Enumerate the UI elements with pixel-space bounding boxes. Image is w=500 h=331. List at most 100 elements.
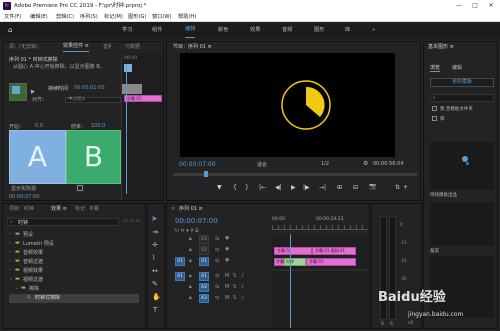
step-back-icon[interactable]: ◀| [275,184,282,191]
workspace-color[interactable]: 颜色 [218,22,228,39]
tab-metadata[interactable]: 元数据 [125,42,140,52]
program-scrub-bar[interactable] [173,173,417,176]
tree-item-video-transitions[interactable]: ⌄ ▬ 视频过渡 [9,276,139,285]
tab-browse[interactable]: 浏览 [430,64,441,72]
clip-v2-title-copy[interactable]: 字幕 01 复制 01 [312,247,356,255]
solo-button[interactable]: S [233,284,236,290]
button-editor-icon[interactable]: + [403,184,408,191]
mic-icon[interactable]: ♪ [241,295,244,301]
tree-item-audio-transitions[interactable]: › ▬ 音频过渡 [9,258,139,267]
maximize-button[interactable]: □ [468,0,482,12]
home-icon[interactable]: ⌂ [8,22,12,39]
meter-solo-left[interactable]: S [381,322,384,327]
menu-file[interactable]: 文件(F) [4,12,21,22]
tree-item-video-effects[interactable]: › ▬ 视频效果 [9,267,139,276]
track-target-a2[interactable]: A2 [199,283,209,292]
eye-icon[interactable]: ◉ [225,257,229,263]
template-thumb-1[interactable] [430,142,494,190]
track-target-v2[interactable]: V2 [199,246,209,255]
mic-icon[interactable]: ♪ [241,273,244,279]
tab-source[interactable]: 源：(无剪辑) [9,42,38,52]
menu-edit[interactable]: 编辑(E) [30,12,48,22]
lock-icon[interactable]: 🔒︎ [189,295,192,301]
workspace-audio[interactable]: 音频 [282,22,292,39]
track-target-a3[interactable]: A3 [199,294,209,303]
program-monitor-title[interactable]: 节目：序列 01 ≡ [173,42,212,52]
sync-lock-icon[interactable]: ⇆ [215,247,219,253]
timeline-clip-area[interactable]: 字幕 01 字幕 01 复制 01 字幕 时钟 字幕 01 [272,234,368,328]
my-templates-button[interactable]: 未的模板 [430,78,494,87]
minimize-button[interactable]: — [452,0,466,12]
timeline-ruler[interactable]: 00:00 00:00:29:23 [272,217,368,235]
timeline-timecode[interactable]: 00:00:07:00 [175,217,218,225]
track-select-tool-icon[interactable]: ⇥ [152,228,158,236]
lock-icon[interactable]: 🔒︎ [189,273,192,279]
mute-button[interactable]: M [225,273,229,279]
effect-controls-timecode[interactable]: 00:00:07:00 [9,194,40,200]
tree-item-clock-wipe[interactable]: ▫ 时钟式擦除 [9,294,139,303]
menu-window[interactable]: 窗口(W) [152,12,172,22]
menu-graphics[interactable]: 图形(G) [128,12,146,22]
more-workspaces-icon[interactable]: » [372,22,375,39]
menu-help[interactable]: 帮助(H) [178,12,196,22]
menu-sequence[interactable]: 序列(S) [80,12,98,22]
alignment-dropdown[interactable]: 中心切入 [65,97,121,103]
track-target-v1[interactable]: V1 [199,257,209,266]
selection-tool-icon[interactable]: ➤ [151,214,158,223]
step-forward-icon[interactable]: |▶ [303,184,310,191]
sync-lock-icon[interactable]: ⇆ [215,284,219,290]
mini-transition-block[interactable] [122,84,142,94]
tab-effects[interactable]: 效果 ≡ [51,204,67,214]
library-checkbox[interactable] [432,116,437,121]
end-value[interactable]: 100.0 [91,123,105,129]
mark-in-icon[interactable]: { [233,184,237,191]
program-playhead[interactable] [204,171,208,177]
lock-icon[interactable]: 🔒︎ [189,236,192,242]
solo-button[interactable]: S [233,273,236,279]
timeline-title[interactable]: 序列 01 ≡ [179,204,203,214]
resolution-dropdown[interactable]: 1/2 [321,161,329,167]
preview-play-icon[interactable]: ▶ [31,89,35,95]
template-thumb-2[interactable] [430,202,494,246]
workspace-effects[interactable]: 效果 [250,22,260,39]
workspace-assembly[interactable]: 组件 [152,22,162,39]
tab-audio-mixer[interactable]: 音频剪辑混合器：序列 [103,42,111,52]
mini-clip[interactable]: 字幕 01 [124,95,162,102]
workspace-graphics[interactable]: 图形 [314,22,324,39]
track-target-a1[interactable]: A1 [199,272,209,281]
eye-icon[interactable]: ◉ [225,246,229,252]
tab-captions[interactable]: 字幕 [89,204,99,214]
clock-wipe-transition[interactable]: 时钟 [284,258,306,266]
sync-lock-icon[interactable]: ⇆ [215,273,219,279]
track-target-v3[interactable]: V3 [199,235,209,244]
templates-search-input[interactable]: ⌕ [430,94,494,102]
mute-button[interactable]: M [225,295,229,301]
filter-icons[interactable]: ▭ ▭ ▭ [123,218,143,226]
mute-button[interactable]: M [225,284,229,290]
duration-value[interactable]: 00:00:01:00 [74,85,105,91]
lock-icon[interactable]: 🔒︎ [189,284,192,290]
tree-item-wipe[interactable]: ⌄ ▬ 擦除 [9,285,139,294]
menu-marker[interactable]: 标记(M) [104,12,123,22]
sync-lock-icon[interactable]: ⇆ [215,236,219,242]
hand-tool-icon[interactable]: ✋ [152,293,161,301]
source-patch-a1[interactable]: A1 [175,272,185,281]
source-patch-v1[interactable]: V1 [175,257,185,266]
workspace-libraries[interactable]: 库 [345,22,350,39]
mini-playhead[interactable] [126,64,127,194]
show-actual-sources-checkbox[interactable] [77,185,83,191]
menu-clip[interactable]: 剪辑(C) [56,12,74,22]
sync-lock-icon[interactable]: ⇆ [215,295,219,301]
effects-search-box[interactable]: ⌕ 时钟 [7,218,119,226]
tree-item-lumetri[interactable]: › ▬ Lumetri 预设 [9,240,139,249]
tab-project[interactable]: 项目：时钟 [9,204,34,214]
close-icon[interactable]: ✕ [171,204,175,214]
tab-edit[interactable]: 编辑 [452,64,462,71]
settings-icon[interactable]: ⇅ [395,184,400,191]
sync-lock-icon[interactable]: ⇆ [215,258,219,264]
zoom-fit-dropdown[interactable]: 适合 [257,161,267,168]
clip-v1-title-01[interactable]: 字幕 01 [306,258,356,266]
program-timecode[interactable]: 00:00:07:00 [179,161,216,168]
lock-icon[interactable]: 🔒︎ [189,247,192,253]
lift-icon[interactable]: ⊞ [337,184,342,191]
